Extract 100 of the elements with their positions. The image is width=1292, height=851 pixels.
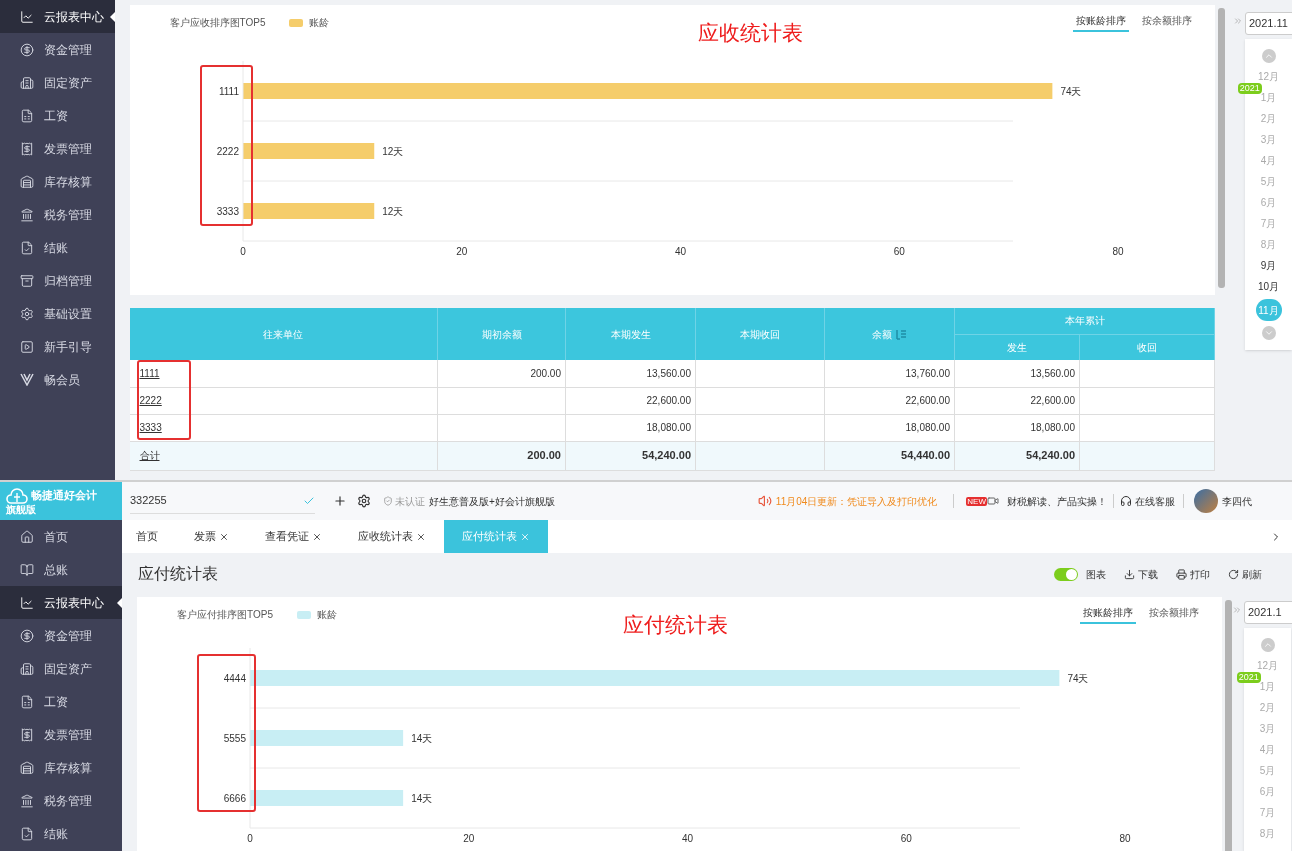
period-field[interactable]: 2021.11 <box>1245 12 1292 35</box>
shield-icon <box>383 496 393 506</box>
support-link[interactable]: 在线客服 <box>1135 493 1175 509</box>
sidebar-item[interactable]: 工资 <box>0 99 115 132</box>
company-link[interactable]: 1111 <box>139 367 160 379</box>
period-field[interactable]: 2021.1 <box>1244 601 1292 624</box>
sort-tab[interactable]: 按账龄排序 <box>1080 605 1136 624</box>
close-icon[interactable] <box>219 531 229 542</box>
promo-link[interactable]: 财税解读、产品实操！ <box>1007 493 1107 509</box>
video-icon[interactable] <box>987 495 999 507</box>
sidebar-item[interactable]: 固定资产 <box>0 66 115 99</box>
sidebar-item[interactable]: 发票管理 <box>0 132 115 165</box>
user-name[interactable]: 李四代 <box>1222 493 1252 509</box>
sidebar-item[interactable]: 畅会员 <box>0 363 115 396</box>
settings-icon[interactable] <box>357 494 371 508</box>
close-icon[interactable] <box>312 531 322 542</box>
sidebar-item[interactable]: 库存核算 <box>0 751 122 784</box>
company-selector[interactable]: 332255 <box>130 488 315 514</box>
company-link[interactable]: 2222 <box>139 395 162 406</box>
sidebar-item[interactable]: 结账 <box>0 817 122 850</box>
menu-label: 云报表中心 <box>44 8 104 26</box>
scroll-down-button[interactable] <box>1261 326 1276 340</box>
axis-tick-label: 20 <box>463 833 475 844</box>
sort-icon[interactable] <box>896 328 907 340</box>
page-tab[interactable]: 首页 <box>136 520 176 553</box>
menu-label: 总账 <box>44 561 68 579</box>
menu-icon <box>20 628 34 643</box>
menu-icon <box>20 174 34 189</box>
sidebar-item[interactable]: 税务管理 <box>0 784 122 817</box>
sidebar-item[interactable]: 资金管理 <box>0 33 115 66</box>
menu-label: 发票管理 <box>44 140 92 158</box>
collapse-icon[interactable] <box>1233 16 1243 26</box>
menu-icon <box>20 826 34 841</box>
toolbar-button[interactable]: 下载 <box>1124 566 1158 582</box>
collapse-icon[interactable] <box>1232 605 1242 615</box>
category-label: 3333 <box>216 206 239 217</box>
menu-icon <box>20 75 34 90</box>
chevron-up-icon <box>1262 640 1273 650</box>
menu-icon <box>20 562 34 577</box>
page-tab[interactable]: 查看凭证 <box>247 520 340 553</box>
table-cell: 22,600.00 <box>905 395 950 406</box>
company-link[interactable]: 合计 <box>139 450 160 461</box>
menu-icon <box>20 727 34 742</box>
menu-label: 云报表中心 <box>44 594 104 612</box>
scroll-up-button[interactable] <box>1260 638 1275 652</box>
new-badge: NEW <box>966 496 987 506</box>
sidebar-item[interactable]: 总账 <box>0 553 122 586</box>
table-cell: 54,440.00 <box>901 449 950 462</box>
cloud-logo-icon <box>6 487 28 504</box>
sidebar-item[interactable]: 归档管理 <box>0 264 115 297</box>
value-label: 14天 <box>411 793 433 804</box>
menu-label: 基础设置 <box>44 305 92 323</box>
support-icon[interactable] <box>1120 495 1132 507</box>
menu-icon <box>20 694 34 709</box>
page-tab[interactable]: 应收统计表 <box>340 520 444 553</box>
toolbar-button[interactable]: 刷新 <box>1228 566 1262 582</box>
scroll-up-button[interactable] <box>1261 49 1276 63</box>
page-tab[interactable]: 发票 <box>176 520 247 553</box>
table-cell: 13,560.00 <box>646 367 691 379</box>
column-header: 发生 <box>954 334 1080 360</box>
scrollbar[interactable] <box>1218 8 1225 288</box>
value-label: 74天 <box>1067 673 1089 684</box>
axis-tick-label: 40 <box>681 833 694 844</box>
sidebar-item[interactable]: 税务管理 <box>0 198 115 231</box>
sidebar-item[interactable]: 新手引导 <box>0 330 115 363</box>
add-icon[interactable] <box>333 494 347 508</box>
menu-label: 资金管理 <box>44 41 92 59</box>
toggle-switch[interactable] <box>1054 567 1078 581</box>
month-item[interactable]: 9月 <box>1260 257 1277 273</box>
sidebar-item[interactable]: 固定资产 <box>0 652 122 685</box>
sort-tab[interactable]: 按余额排序 <box>1138 13 1195 32</box>
toolbar-button[interactable]: 打印 <box>1176 566 1210 582</box>
menu-label: 税务管理 <box>44 206 92 224</box>
table-cell: 22,600.00 <box>1030 395 1075 406</box>
sidebar-item[interactable]: 库存核算 <box>0 165 115 198</box>
sidebar-item[interactable]: 发票管理 <box>0 718 122 751</box>
sidebar-item[interactable]: 资金管理 <box>0 619 122 652</box>
legend-swatch <box>296 610 311 619</box>
sidebar-item[interactable]: 云报表中心 <box>0 586 122 619</box>
menu-icon <box>20 207 34 222</box>
close-icon[interactable] <box>416 531 426 542</box>
category-label: 5555 <box>223 733 246 744</box>
sidebar-item[interactable]: 工资 <box>0 685 122 718</box>
sidebar-item[interactable]: 结账 <box>0 231 115 264</box>
sidebar-item[interactable]: 首页 <box>0 520 122 553</box>
value-label: 74天 <box>1059 86 1081 97</box>
table-cell: 54,240.00 <box>642 449 691 462</box>
sort-tab[interactable]: 按账龄排序 <box>1072 13 1129 32</box>
scrollbar[interactable] <box>1225 600 1232 851</box>
sidebar-item[interactable]: 云报表中心 <box>0 0 115 33</box>
month-item[interactable]: 10月 <box>1257 278 1280 294</box>
sort-tab[interactable]: 按余额排序 <box>1146 605 1202 624</box>
company-link[interactable]: 3333 <box>139 422 162 433</box>
menu-label: 归档管理 <box>44 272 92 290</box>
user-avatar[interactable] <box>1194 489 1218 513</box>
menu-label: 税务管理 <box>44 792 92 810</box>
menu-label: 新手引导 <box>44 338 92 356</box>
sidebar-item[interactable]: 基础设置 <box>0 297 115 330</box>
menu-icon <box>20 339 34 354</box>
axis-tick-label: 60 <box>900 833 912 844</box>
